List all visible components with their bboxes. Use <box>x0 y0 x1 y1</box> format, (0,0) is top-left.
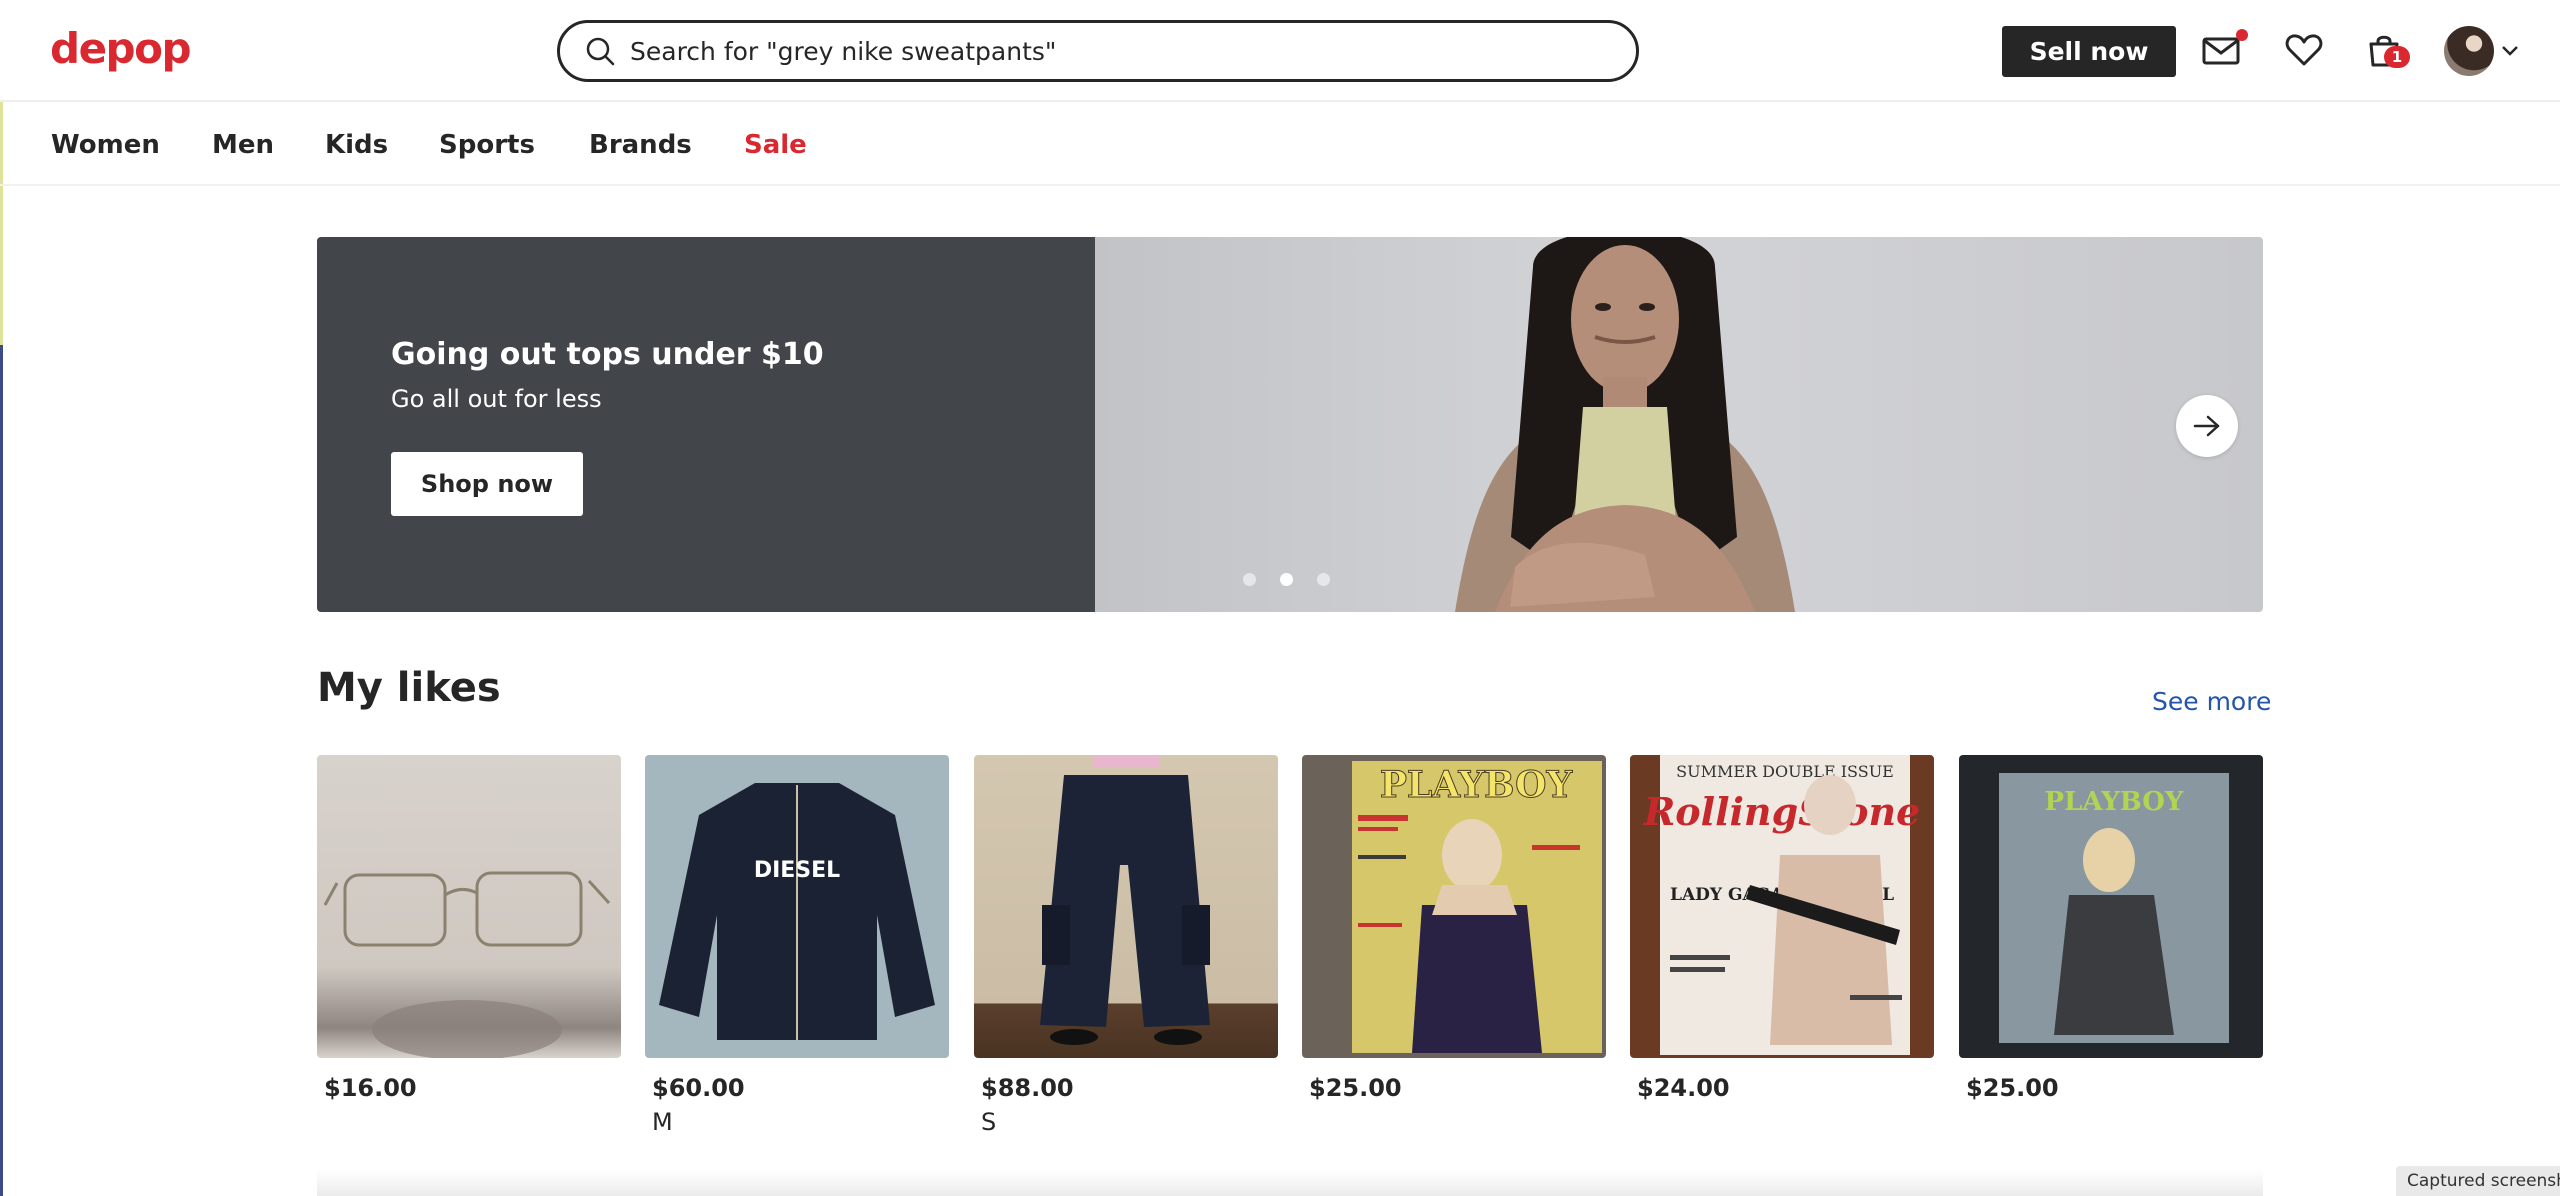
cart-count-badge: 1 <box>2384 46 2410 68</box>
product-card[interactable]: DIESEL $60.00 M <box>645 755 949 1136</box>
product-card[interactable]: SUMMER DOUBLE ISSUE RollingStone LADY GA… <box>1630 755 1934 1108</box>
rolling-stone-logo-text: RollingStone <box>1643 789 1921 834</box>
product-image-glasses[interactable] <box>317 755 621 1058</box>
depop-logo[interactable]: depop <box>50 24 192 73</box>
model-photo <box>1455 237 1795 612</box>
chevron-down-icon <box>2502 46 2518 56</box>
product-price: $60.00 <box>652 1074 745 1102</box>
my-likes-heading: My likes <box>317 665 501 711</box>
nav-men[interactable]: Men <box>212 130 274 160</box>
next-slide-button[interactable] <box>2176 395 2238 457</box>
magazine-issue-text: SUMMER DOUBLE ISSUE <box>1676 762 1894 781</box>
carousel-dots <box>1243 573 1330 586</box>
hero-subtitle: Go all out for less <box>391 385 602 413</box>
sell-now-button[interactable]: Sell now <box>2002 26 2176 77</box>
nav-kids[interactable]: Kids <box>325 130 388 160</box>
notification-dot <box>2236 29 2248 41</box>
carousel-dot-3[interactable] <box>1317 573 1330 586</box>
nav-women[interactable]: Women <box>51 130 160 160</box>
search-bar[interactable] <box>557 20 1639 82</box>
product-size: S <box>981 1108 997 1136</box>
carousel-dot-1[interactable] <box>1243 573 1256 586</box>
product-image-playboy-magazine[interactable]: PLAYBOY <box>1302 755 1606 1058</box>
product-card[interactable]: $88.00 S <box>974 755 1278 1136</box>
product-image-playboy-wrapped[interactable]: PLAYBOY <box>1959 755 2263 1058</box>
see-more-link[interactable]: See more <box>2152 687 2271 716</box>
site-header: depop Sell now 1 <box>0 0 2560 102</box>
hero-image <box>1095 237 2263 612</box>
product-price: $25.00 <box>1309 1074 1402 1102</box>
hero-title: Going out tops under $10 <box>391 337 824 372</box>
diesel-logo-text: DIESEL <box>754 858 840 883</box>
section-divider-shadow <box>317 1170 2263 1196</box>
product-image-rolling-stone[interactable]: SUMMER DOUBLE ISSUE RollingStone LADY GA… <box>1630 755 1934 1058</box>
capture-notification[interactable]: Captured screensh <box>2396 1166 2560 1196</box>
window-edge <box>0 345 3 1196</box>
nav-brands[interactable]: Brands <box>589 130 692 160</box>
playboy-logo-text: PLAYBOY <box>1380 764 1574 806</box>
nav-sports[interactable]: Sports <box>439 130 535 160</box>
shop-now-button[interactable]: Shop now <box>391 452 583 516</box>
hero-banner: Going out tops under $10 Go all out for … <box>317 237 2263 612</box>
product-price: $25.00 <box>1966 1074 2059 1102</box>
product-card[interactable]: PLAYBOY $25.00 <box>1302 755 1606 1108</box>
product-price: $24.00 <box>1637 1074 1730 1102</box>
category-nav: Women Men Kids Sports Brands Sale <box>0 104 2560 186</box>
messages-button[interactable] <box>2200 28 2248 72</box>
product-image-diesel-jacket[interactable]: DIESEL <box>645 755 949 1058</box>
search-input[interactable] <box>630 36 1590 66</box>
avatar <box>2444 26 2494 76</box>
account-menu[interactable] <box>2444 26 2520 76</box>
nav-sale[interactable]: Sale <box>744 130 807 160</box>
mail-icon <box>2202 37 2240 65</box>
product-card[interactable]: PLAYBOY $25.00 <box>1959 755 2263 1108</box>
product-size: M <box>652 1108 673 1136</box>
carousel-dot-2[interactable] <box>1280 573 1293 586</box>
heart-icon <box>2285 34 2323 66</box>
cart-button[interactable]: 1 <box>2362 28 2410 72</box>
product-price: $16.00 <box>324 1074 417 1102</box>
arrow-right-icon <box>2193 415 2220 437</box>
product-price: $88.00 <box>981 1074 1074 1102</box>
likes-button[interactable] <box>2282 28 2326 72</box>
product-image-cargo-pants[interactable] <box>974 755 1278 1058</box>
search-icon <box>586 37 615 66</box>
product-card[interactable]: $16.00 <box>317 755 621 1108</box>
hero-text-panel: Going out tops under $10 Go all out for … <box>317 237 1095 612</box>
